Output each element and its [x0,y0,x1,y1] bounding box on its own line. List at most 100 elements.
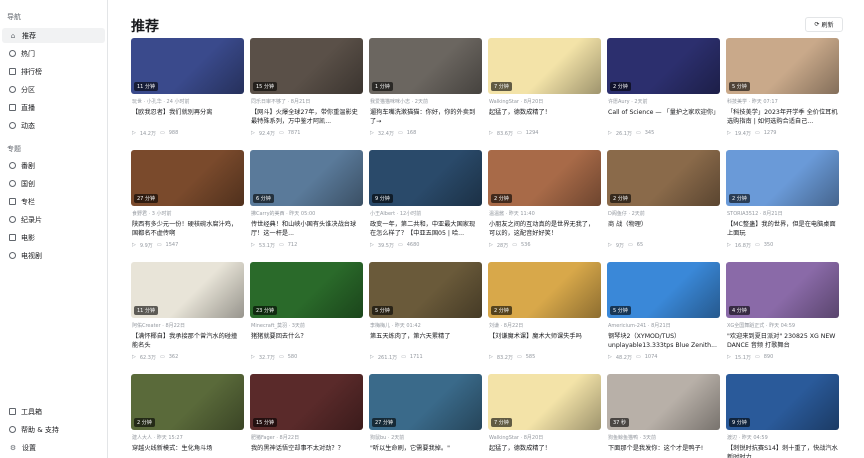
video-card[interactable]: 7 分钟 WalkingStar · 8月20日 起猛了，德数成精了！ ▷ 83.6万 ▭… [488,38,601,142]
video-duration: 9 分钟 [729,418,750,427]
video-thumbnail[interactable]: 7 分钟 [488,374,601,430]
video-thumbnail[interactable]: 37 秒 [607,374,720,430]
video-title[interactable]: 陕西有多少元一份！硬核碗水腐汁鸡，国都名不虚传啊 [132,220,243,238]
video-thumbnail[interactable]: 4 分钟 [726,262,839,318]
video-thumbnail[interactable]: 2 分钟 [726,150,839,206]
video-thumbnail[interactable]: 15 分钟 [250,374,363,430]
video-thumbnail[interactable]: 5 分钟 [726,38,839,94]
video-title[interactable]: Call of Science — 「量护之家欢迎你」 [608,108,719,117]
video-thumbnail[interactable]: 2 分钟 [488,262,601,318]
sidebar-item-guochuang[interactable]: 国创 [2,176,105,191]
sidebar-item-settings[interactable]: ⚙ 设置 [2,440,105,455]
video-thumbnail[interactable]: 9 分钟 [726,374,839,430]
video-title[interactable]: 【MC整蛊】我的世界，但是在电脑桌面上面玩 [727,220,838,238]
view-count: 261.1万 [377,355,398,361]
settings-icon: ⚙ [9,443,17,452]
video-card[interactable]: 9 分钟 小王Albert · 12小时前 政变一年，第二共和，中亚最大国家现在怎么… [369,150,482,254]
sidebar-item-hot[interactable]: 热门 [2,46,105,61]
video-title[interactable]: 遛狗车嘴洗漱猫猫：你好，你的外卖到了→ [370,108,481,126]
video-title[interactable]: "欢迎来到夏日派对" 230825 XG NEW DANCE 音频 打歌舞台 [727,332,838,350]
video-card[interactable]: 7 分钟 WalkingStar · 8月20日 起猛了，德数成精了！ [488,374,601,458]
video-title[interactable]: 钢琴块2（XYMOD/TUS）unplayable13.333tps Blue … [608,332,719,350]
sidebar-item-tv[interactable]: 电视剧 [2,248,105,263]
video-title[interactable]: 小朋友之间的互动真的是世界无我了，可以的，这配音好好笑！ [489,220,600,238]
video-title[interactable]: 传世经典！和山峡小国有头谁决战台球厅！这一杆是... [251,220,362,238]
video-card[interactable]: 5 分钟 Americium-241 · 8月21日钢琴块2（XYMOD/TUS）… [607,262,720,366]
ranking-icon [9,68,16,75]
video-card[interactable]: 2 分钟 许愿Aury · 2天前 Call of Science — 「量护之家欢… [607,38,720,142]
video-card[interactable]: 5 分钟 科技美学 · 昨天 07:17 「科技美学」2023年开学季 全价位耳机选… [726,38,839,142]
video-title[interactable]: 商 战（物理） [608,220,719,229]
video-card[interactable]: 2 分钟 温温酱 · 昨天 11:40 小朋友之间的互动真的是世界无我了，可以的，这… [488,150,601,254]
sidebar-item-documentary[interactable]: 纪录片 [2,212,105,227]
video-thumbnail[interactable]: 7 分钟 [488,38,601,94]
video-thumbnail[interactable]: 2 分钟 [607,38,720,94]
video-stats: ▷ 28万 ▭ 536 [489,242,531,249]
danmaku-count: 7871 [287,130,301,136]
video-meta: Americium-241 · 8月21日 [608,323,671,329]
video-card[interactable]: 37 秒狗鱼鲸鱼猫鸭 · 3天前 下面那个是我发你：这个才是鸭子! [607,374,720,458]
danmaku-count: 1547 [165,242,179,248]
video-card[interactable]: 6 分钟 拂Carry的美西 · 昨天 05:00 传世经典！和山峡小国有头谁决战台… [250,150,363,254]
video-duration: 27 分钟 [134,194,158,203]
video-thumbnail[interactable]: 27 分钟 [131,150,244,206]
sidebar-item-ranking[interactable]: 排行榜 [2,64,105,79]
video-title[interactable]: 我的黑神话悟空却事不太对劲？？ [251,444,362,453]
fire-icon [9,50,16,57]
video-title[interactable]: 【欧我忍者】我们就别再分离 [132,108,243,117]
video-card[interactable]: 4 分钟 XG全国舞蹈正式 · 昨天 04:59 "欢迎来到夏日派对" 230825… [726,262,839,366]
video-card[interactable]: 15 分钟 肥猪Fager · 8月22日 我的黑神话悟空却事不太对劲？？ [250,374,363,458]
video-thumbnail[interactable]: 5 分钟 [607,262,720,318]
video-card[interactable]: 5 分钟 李梅梅儿 · 昨天 01:42 第五天练肉了，第六天累精了 ▷ 261.1万 ▭… [369,262,482,366]
sidebar-item-anime[interactable]: 番剧 [2,158,105,173]
video-title[interactable]: 起猛了，德数成精了！ [489,444,600,453]
video-thumbnail[interactable]: 2 分钟 [488,150,601,206]
sidebar-item-help[interactable]: 帮助 & 支持 [2,422,105,437]
video-card[interactable]: 11 分钟 阿佑Creater · 8月22日 【满怀椰自】我承接那个曾汽水的碰撞能… [131,262,244,366]
video-thumbnail[interactable]: 9 分钟 [369,150,482,206]
video-thumbnail[interactable]: 1 分钟 [369,38,482,94]
video-thumbnail[interactable]: 23 分钟 [250,262,363,318]
sidebar-item-recommend[interactable]: ⌂ 推荐 [2,28,105,43]
video-thumbnail[interactable]: 11 分钟 [131,262,244,318]
video-thumbnail[interactable]: 2 分钟 [607,150,720,206]
video-title[interactable]: 起猛了，德数成精了！ [489,108,600,117]
video-title[interactable]: 猪猪就要回去什么？ [251,332,362,341]
video-card[interactable]: 9 分钟 渡辺 · 昨天 04:59 【刺锐时抗赛S14】刺十重了，快战汽水新时时力 [726,374,839,458]
video-title[interactable]: 第五天练肉了，第六天累精了 [370,332,481,341]
video-title[interactable]: 政变一年，第二共和，中亚最大国家现在怎么样了？【中亚五国05 | 哈... [370,220,481,238]
video-card[interactable]: 2 分钟 建人大人 · 昨天 15:27 穿越火线新模式：生化角斗场 [131,374,244,458]
video-title[interactable]: 【满怀椰自】我承接那个曾汽水的碰撞能名头 [132,332,243,350]
refresh-button[interactable]: ⟳ 刷新 [805,17,843,32]
video-card[interactable]: 23 分钟 Minecraft_莫羽 · 3天前 猪猪就要回去什么？ ▷ 32.7万 ▭ 5… [250,262,363,366]
sidebar-item-toolbox[interactable]: 工具箱 [2,404,105,419]
video-title[interactable]: 穿越火线新模式：生化角斗场 [132,444,243,453]
video-thumbnail[interactable]: 27 分钟 [369,374,482,430]
video-card[interactable]: 27 分钟 狗鼠bu · 2天前 "听以生命刷，它需要我掉。" [369,374,482,458]
video-card[interactable]: 11 分钟 玩世 · 小孔华 · 24 小时前 【欧我忍者】我们就别再分离 ▷ 14.2… [131,38,244,142]
video-thumbnail[interactable]: 5 分钟 [369,262,482,318]
video-thumbnail[interactable]: 6 分钟 [250,150,363,206]
danmaku-icon: ▭ [279,242,284,248]
video-card[interactable]: 2 分钟 D阁鱼仔 · 2天前商 战（物理） ▷ 9万 ▭ 65 [607,150,720,254]
video-thumbnail[interactable]: 11 分钟 [131,38,244,94]
video-card[interactable]: 2 分钟 刘谦 · 8月22日 【刘谦魔术课】魔术大师课失手吗 ▷ 83.2万 ▭ 585 [488,262,601,366]
video-title[interactable]: "听以生命刷，它需要我掉。" [370,444,481,453]
sidebar-item-activity[interactable]: 动态 [2,118,105,133]
video-card[interactable]: 1 分钟 我爱猫猫咪咪小志 · 2天前 遛狗车嘴洗漱猫猫：你好，你的外卖到了→ ▷ 32… [369,38,482,142]
video-title[interactable]: 【网斗】火爆全球27年，带你重温影史最特殊系列，万中鉴才阿凯... [251,108,362,126]
video-thumbnail[interactable]: 15 分钟 [250,38,363,94]
video-card[interactable]: 15 分钟 同乐日审不够了 · 8月21日 【网斗】火爆全球27年，带你重温影史最特… [250,38,363,142]
video-title[interactable]: 下面那个是我发你：这个才是鸭子! [608,444,719,453]
video-title[interactable]: 「科技美学」2023年开学季 全价位耳机选购指南 | 如何选购合适自己... [727,108,838,126]
sidebar-item-movie[interactable]: 电影 [2,230,105,245]
sidebar-item-live[interactable]: 直播 [2,100,105,115]
refresh-icon: ⟳ [814,21,820,28]
sidebar-item-article[interactable]: 专栏 [2,194,105,209]
video-card[interactable]: 2 分钟 STORIA3512 · 8月21日 【MC整蛊】我的世界，但是在电脑桌面… [726,150,839,254]
video-title[interactable]: 【刺锐时抗赛S14】刺十重了，快战汽水新时时力 [727,444,838,458]
sidebar-item-category[interactable]: 分区 [2,82,105,97]
video-thumbnail[interactable]: 2 分钟 [131,374,244,430]
video-title[interactable]: 【刘谦魔术课】魔术大师课失手吗 [489,332,600,341]
video-card[interactable]: 27 分钟 食野君 · 3 小时前 陕西有多少元一份！硬核碗水腐汁鸡，国都名不虚传啊… [131,150,244,254]
